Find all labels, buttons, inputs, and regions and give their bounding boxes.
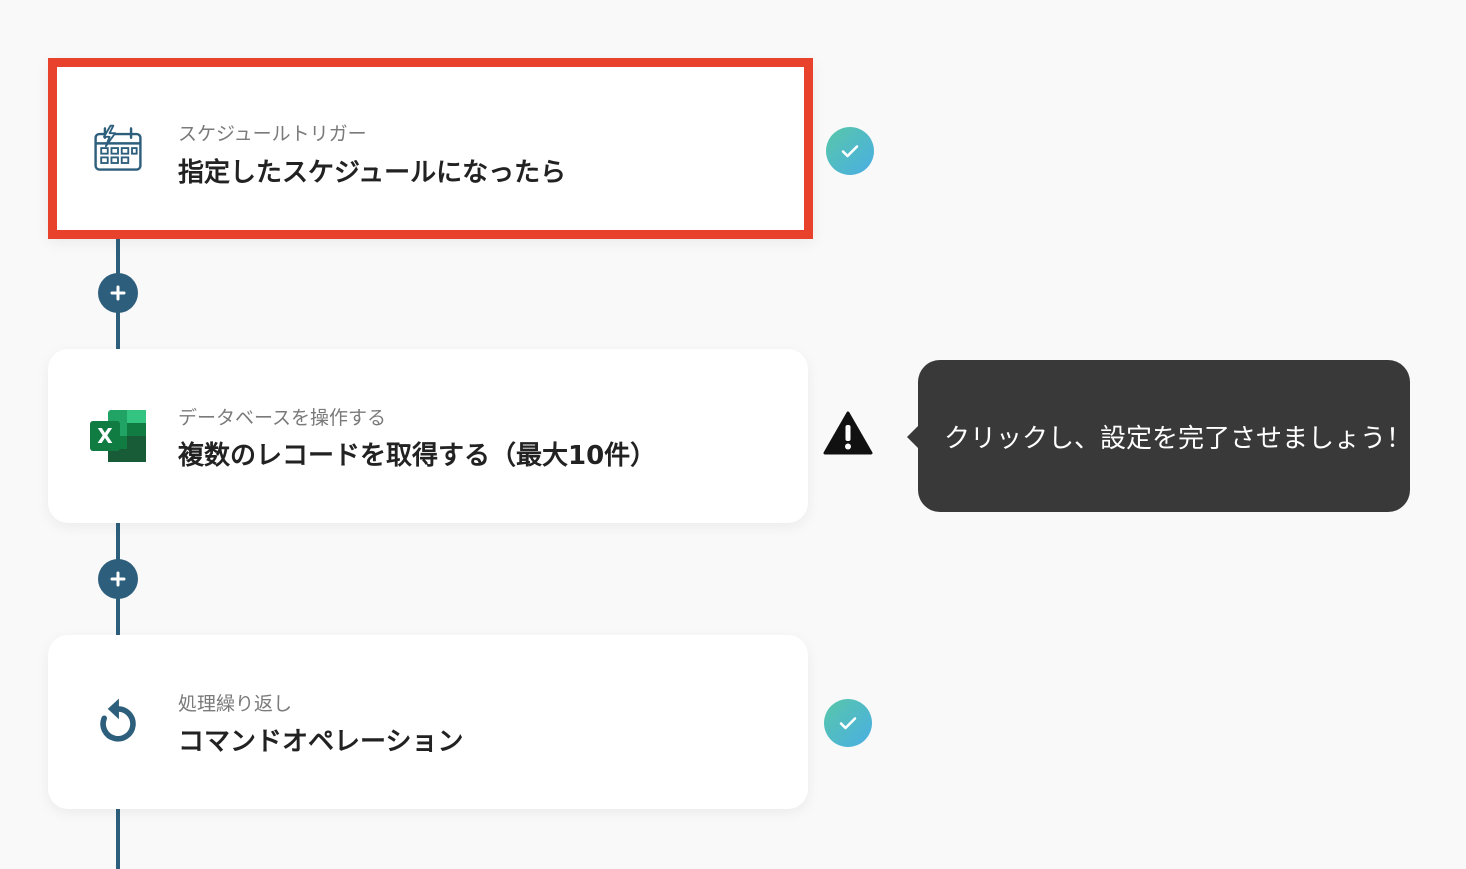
tooltip-text: クリックし、設定を完了させましょう！ — [944, 423, 1413, 454]
complete-check-icon — [824, 699, 872, 747]
loop-icon — [88, 692, 148, 752]
add-step-button[interactable] — [98, 559, 138, 599]
step-subtitle: データベースを操作する — [178, 407, 387, 429]
step-subtitle: 処理繰り返し — [178, 693, 293, 715]
step-subtitle: スケジュールトリガー — [178, 123, 367, 145]
plus-icon — [110, 571, 126, 587]
flow-connector — [116, 808, 120, 869]
schedule-calendar-icon — [88, 119, 148, 179]
step-title: 複数のレコードを取得する（最大10件） — [178, 441, 657, 471]
step-title: コマンドオペレーション — [178, 727, 464, 757]
warning-icon — [823, 410, 873, 456]
excel-letter: X — [97, 424, 113, 448]
setup-tooltip: クリックし、設定を完了させましょう！ — [907, 360, 1413, 512]
step-card-database-operation[interactable]: X データベースを操作する 複数のレコードを取得する（最大10件） — [48, 349, 808, 523]
step-title: 指定したスケジュールになったら — [178, 158, 567, 188]
step-card-schedule-trigger[interactable]: スケジュールトリガー 指定したスケジュールになったら — [48, 58, 813, 239]
add-step-button[interactable] — [98, 273, 138, 313]
flow-canvas: スケジュールトリガー 指定したスケジュールになったら X データベースを操作する… — [0, 0, 1466, 869]
excel-icon: X — [88, 406, 148, 466]
complete-check-icon — [826, 127, 874, 175]
step-card-loop[interactable]: 処理繰り返し コマンドオペレーション — [48, 635, 808, 809]
plus-icon — [110, 285, 126, 301]
